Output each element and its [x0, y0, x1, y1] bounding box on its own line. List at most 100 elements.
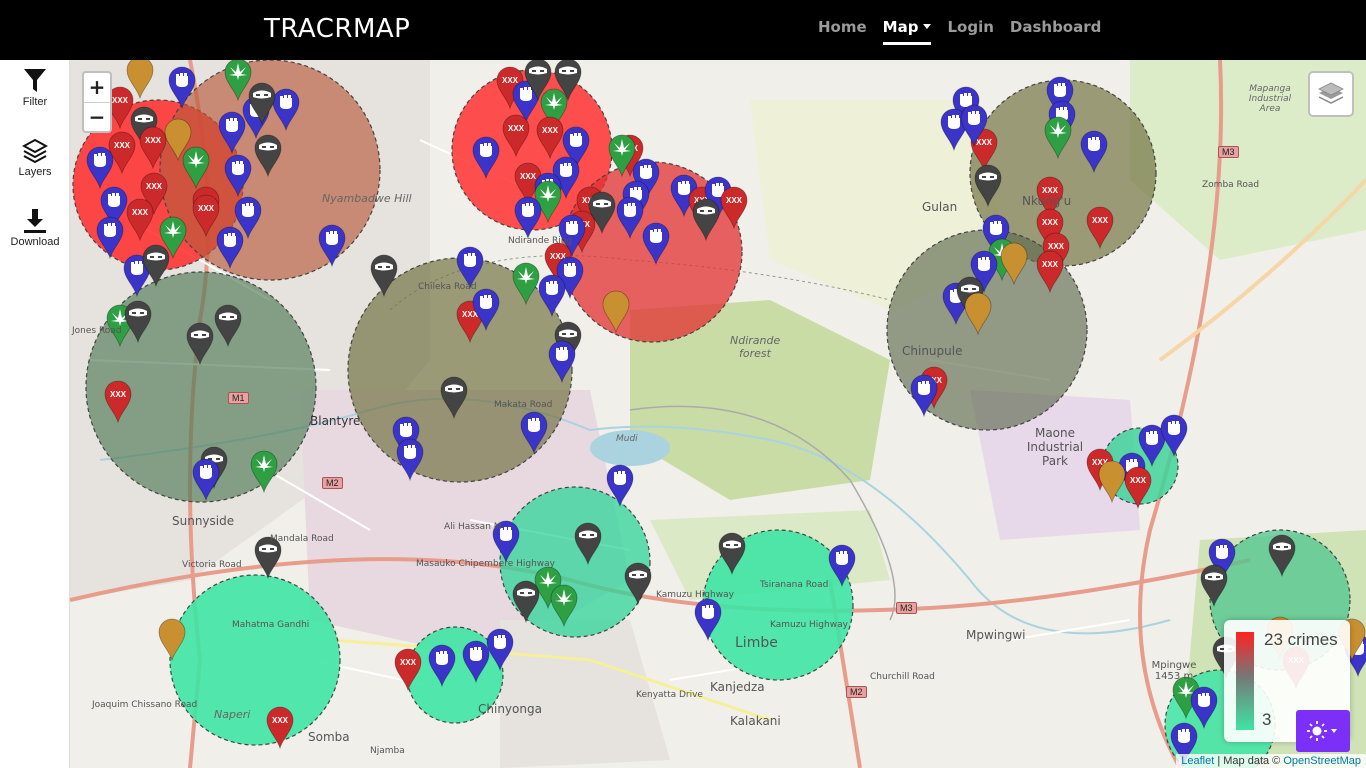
fist-icon [280, 95, 292, 109]
fist-icon [94, 153, 106, 167]
xxx-icon: XXX [132, 208, 149, 217]
fist-icon [624, 203, 636, 217]
xxx-icon: XXX [114, 141, 131, 150]
place-label-maone: Maone Industrial Park [1026, 426, 1084, 468]
fist-icon [702, 605, 714, 619]
xxx-icon: XXX [145, 136, 162, 145]
xxx-icon: XXX [1130, 476, 1147, 485]
download-label: Download [10, 236, 60, 248]
place-label-gulan: Gulan [922, 200, 958, 214]
zoom-out-button[interactable]: − [84, 102, 110, 131]
xxx-icon: XXX [1042, 260, 1059, 269]
fist-icon [176, 73, 188, 87]
layers-label: Layers [18, 166, 52, 178]
osm-link[interactable]: OpenStreetMap [1283, 755, 1361, 767]
fist-icon [556, 347, 568, 361]
layers-control-button[interactable] [1308, 71, 1354, 117]
fist-icon [131, 261, 143, 275]
fist-icon [500, 527, 512, 541]
fist-icon [836, 551, 848, 565]
nav-link-map-label: Map [882, 18, 919, 36]
place-label-kalakani: Kalakani [730, 714, 781, 728]
fist-icon [1146, 431, 1158, 445]
filter-label: Filter [22, 96, 48, 108]
sun-icon [1307, 721, 1337, 741]
nav-link-login[interactable]: Login [947, 18, 993, 45]
nav-link-home[interactable]: Home [818, 18, 867, 45]
xxx-icon: XXX [146, 182, 163, 191]
layers-icon [22, 138, 48, 164]
road-label-makata: Makata Road [494, 400, 553, 410]
fist-icon [520, 87, 532, 101]
place-label-nyambadwe: Nyambadwe Hill [322, 192, 412, 205]
fist-icon [990, 221, 1002, 235]
xxx-icon: XXX [976, 138, 993, 147]
xxx-icon: XXX [508, 124, 525, 133]
place-label-mudi: Mudi [616, 434, 638, 444]
road-label-kamuzu-hwy-2: Kamuzu Highway [770, 620, 848, 630]
xxx-icon: XXX [198, 204, 215, 213]
fist-icon [570, 133, 582, 147]
fist-icon [470, 647, 482, 661]
road-ref-m2: M2 [322, 477, 343, 489]
navbar: TRACRMAP Home Map Login Dashboard [0, 0, 1366, 60]
road-ref-m3-north: M3 [1218, 146, 1239, 158]
fist-icon [108, 193, 120, 207]
road-label-churchill: Churchill Road [870, 672, 935, 682]
zoom-in-button[interactable]: + [84, 73, 110, 102]
road-label-kenyatta: Kenyatta Drive [636, 690, 703, 700]
fist-icon [650, 229, 662, 243]
xxx-icon: XXX [726, 196, 743, 205]
road-label-mandala: Mandala Road [270, 534, 334, 544]
xxx-icon: XXX [1048, 242, 1065, 251]
filter-button[interactable]: Filter [0, 68, 70, 108]
fist-icon [918, 381, 930, 395]
fist-icon [400, 423, 412, 437]
leaflet-link[interactable]: Leaflet [1181, 755, 1214, 767]
road-label-kamuzu-hwy: Kamuzu Highway [656, 590, 734, 600]
fist-icon [968, 111, 980, 125]
fist-icon [614, 471, 626, 485]
fist-icon [1198, 693, 1210, 707]
fist-icon [464, 253, 476, 267]
sidebar: Filter Layers Download [0, 60, 70, 768]
filter-icon [24, 69, 46, 92]
xxx-icon: XXX [542, 126, 559, 135]
main-nav: Home Map Login Dashboard [818, 18, 1101, 45]
road-label-mahatma-gandhi: Mahatma Gandhi [232, 620, 310, 630]
xxx-icon: XXX [272, 716, 289, 725]
place-label-sunnyside: Sunnyside [172, 514, 235, 528]
map-view[interactable]: XXX XXX XXX XXX XXX XXX XXX XXX XXX XXX XXX XXX XXX X… [70, 60, 1366, 768]
fist-icon [242, 203, 254, 217]
fist-icon [1054, 83, 1066, 97]
fist-icon [224, 233, 236, 247]
fist-icon [564, 263, 576, 277]
map-attribution: Leaflet | Map data © OpenStreetMap [1176, 754, 1366, 768]
fist-icon [678, 181, 690, 195]
layers-stack-icon [1318, 82, 1344, 104]
theme-toggle-button[interactable] [1296, 710, 1350, 752]
layers-button[interactable]: Layers [0, 138, 70, 178]
fist-icon [522, 203, 534, 217]
caret-down-icon [1331, 729, 1337, 733]
fist-icon [566, 221, 578, 235]
road-ref-m3: M3 [896, 602, 917, 614]
xxx-icon: XXX [400, 658, 417, 667]
nav-link-dashboard[interactable]: Dashboard [1010, 18, 1101, 45]
nav-link-map[interactable]: Map [882, 18, 932, 45]
caret-down-icon [923, 24, 932, 29]
fist-icon [326, 231, 338, 245]
fist-icon [494, 635, 506, 649]
xxx-icon: XXX [1092, 216, 1109, 225]
xxx-icon: XXX [110, 390, 127, 399]
brand-logo[interactable]: TRACRMAP [264, 14, 410, 44]
place-label-mapanga: Mapanga Industrial Area [1248, 84, 1292, 114]
place-label-njamba: Njamba [370, 746, 405, 756]
road-label-masauko: Masauko Chipembere Highway [416, 559, 555, 569]
road-label-tsiranana: Tsiranana Road [760, 580, 829, 590]
road-label-joaquim-chissano: Joaquim Chissano Road [92, 700, 198, 710]
download-button[interactable]: Download [0, 208, 70, 248]
place-label-limbe: Limbe [735, 635, 778, 651]
fist-icon [104, 223, 116, 237]
legend-gradient [1236, 632, 1254, 730]
